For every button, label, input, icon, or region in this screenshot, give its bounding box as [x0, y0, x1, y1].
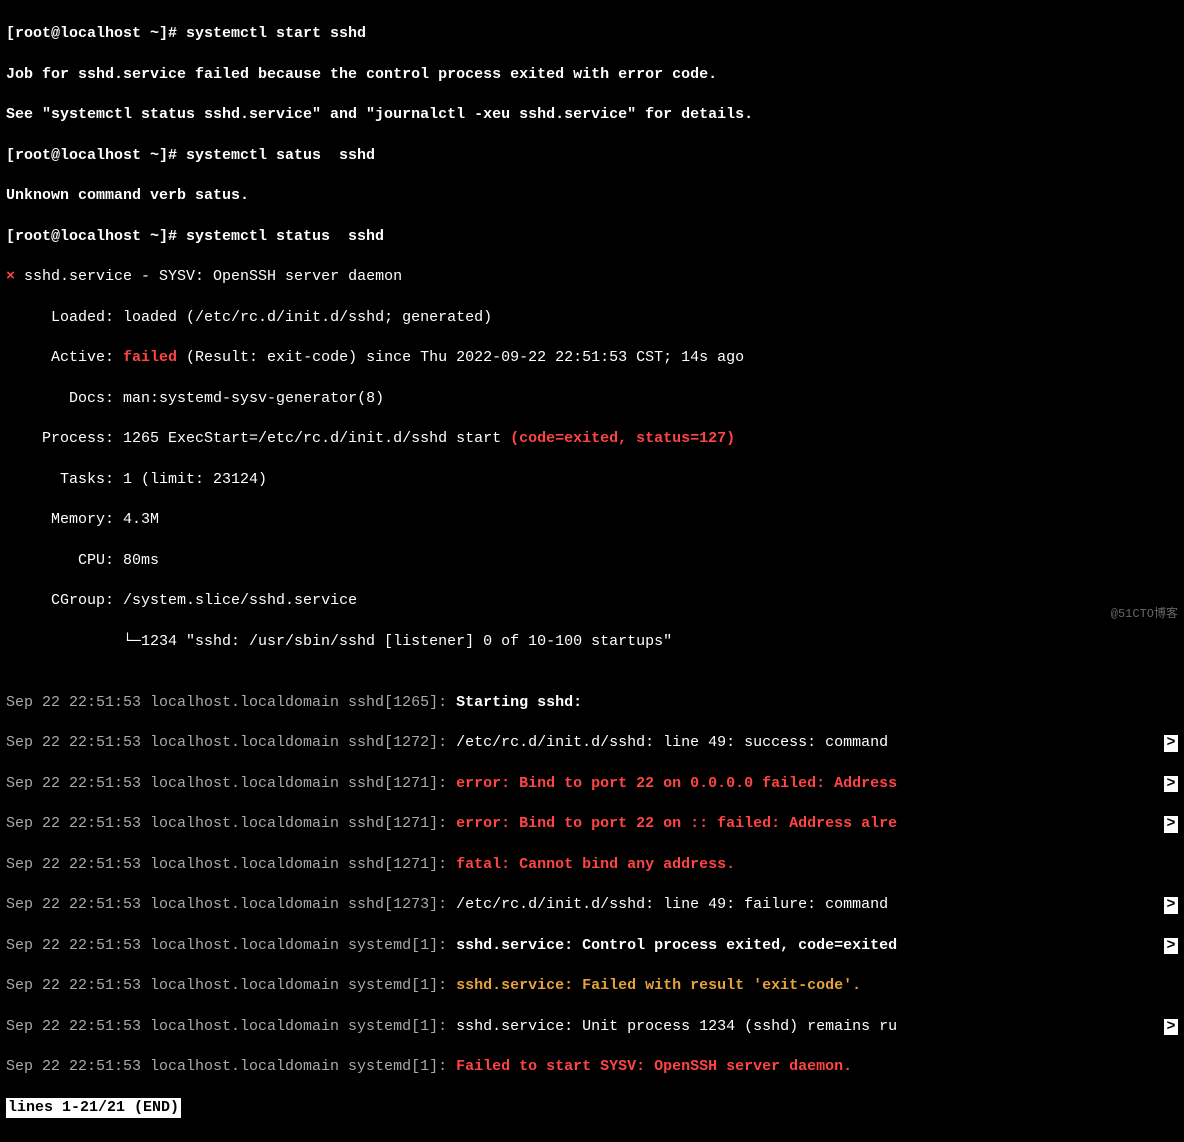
log-msg-error: error: Bind to port 22 on 0.0.0.0 failed… [456, 775, 897, 792]
value-cpu: 80ms [123, 552, 159, 569]
status-x-icon: × [6, 268, 15, 285]
log-prefix: Sep 22 22:51:53 localhost.localdomain ss… [6, 775, 456, 792]
active-rest: (Result: exit-code) since Thu 2022-09-22… [177, 349, 744, 366]
log-msg: sshd.service: Control process exited, co… [456, 937, 897, 954]
value-memory: 4.3M [123, 511, 159, 528]
log-prefix: Sep 22 22:51:53 localhost.localdomain ss… [6, 896, 456, 913]
prompt: [root@localhost ~]# [6, 25, 186, 42]
log-msg-error: error: Bind to port 22 on :: failed: Add… [456, 815, 897, 832]
command: systemctl satus sshd [186, 147, 375, 164]
more-right-icon: > [1164, 897, 1178, 914]
more-right-icon: > [1164, 938, 1178, 955]
process-code: (code=exited, status=127) [510, 430, 735, 447]
log-msg-error: Failed to start SYSV: OpenSSH server dae… [456, 1058, 852, 1075]
label-process: Process: [6, 430, 123, 447]
log-prefix: Sep 22 22:51:53 localhost.localdomain sy… [6, 937, 456, 954]
log-msg: /etc/rc.d/init.d/sshd: line 49: success:… [456, 734, 897, 751]
watermark: @51CTO博客 [1111, 606, 1178, 622]
process-pre: 1265 ExecStart=/etc/rc.d/init.d/sshd sta… [123, 430, 510, 447]
log-prefix: Sep 22 22:51:53 localhost.localdomain ss… [6, 815, 456, 832]
more-right-icon: > [1164, 776, 1178, 793]
error-line: Unknown command verb satus. [6, 186, 1178, 206]
value-cgroup: /system.slice/sshd.service [123, 592, 357, 609]
log-prefix: Sep 22 22:51:53 localhost.localdomain sy… [6, 977, 456, 994]
label-loaded: Loaded: [6, 309, 123, 326]
label-docs: Docs: [6, 390, 123, 407]
label-cgroup: CGroup: [6, 592, 123, 609]
label-active: Active: [6, 349, 123, 366]
active-failed: failed [123, 349, 177, 366]
log-msg-error: fatal: Cannot bind any address. [456, 856, 735, 873]
command: systemctl status sshd [186, 228, 384, 245]
log-prefix: Sep 22 22:51:53 localhost.localdomain ss… [6, 734, 456, 751]
prompt: [root@localhost ~]# [6, 147, 186, 164]
log-prefix: Sep 22 22:51:53 localhost.localdomain sy… [6, 1018, 456, 1035]
log-msg: Starting sshd: [456, 694, 582, 711]
log-prefix: Sep 22 22:51:53 localhost.localdomain ss… [6, 856, 456, 873]
value-tasks: 1 (limit: 23124) [123, 471, 267, 488]
prompt: [root@localhost ~]# [6, 228, 186, 245]
label-tasks: Tasks: [6, 471, 123, 488]
cgroup-tree: └─1234 "sshd: /usr/sbin/sshd [listener] … [6, 632, 1178, 652]
more-right-icon: > [1164, 735, 1178, 752]
command: systemctl start sshd [186, 25, 366, 42]
log-msg: sshd.service: Unit process 1234 (sshd) r… [456, 1018, 897, 1035]
log-prefix: Sep 22 22:51:53 localhost.localdomain sy… [6, 1058, 456, 1075]
error-line: See "systemctl status sshd.service" and … [6, 105, 1178, 125]
service-header: sshd.service - SYSV: OpenSSH server daem… [15, 268, 402, 285]
log-msg-warn: sshd.service: Failed with result 'exit-c… [456, 977, 861, 994]
label-cpu: CPU: [6, 552, 123, 569]
value-loaded: loaded (/etc/rc.d/init.d/sshd; generated… [123, 309, 492, 326]
more-right-icon: > [1164, 1019, 1178, 1036]
label-memory: Memory: [6, 511, 123, 528]
pager-status[interactable]: lines 1-21/21 (END) [6, 1098, 181, 1118]
log-prefix: Sep 22 22:51:53 localhost.localdomain ss… [6, 694, 456, 711]
terminal-output[interactable]: [root@localhost ~]# systemctl start sshd… [0, 0, 1184, 1142]
more-right-icon: > [1164, 816, 1178, 833]
value-docs: man:systemd-sysv-generator(8) [123, 390, 384, 407]
log-msg: /etc/rc.d/init.d/sshd: line 49: failure:… [456, 896, 897, 913]
error-line: Job for sshd.service failed because the … [6, 65, 1178, 85]
